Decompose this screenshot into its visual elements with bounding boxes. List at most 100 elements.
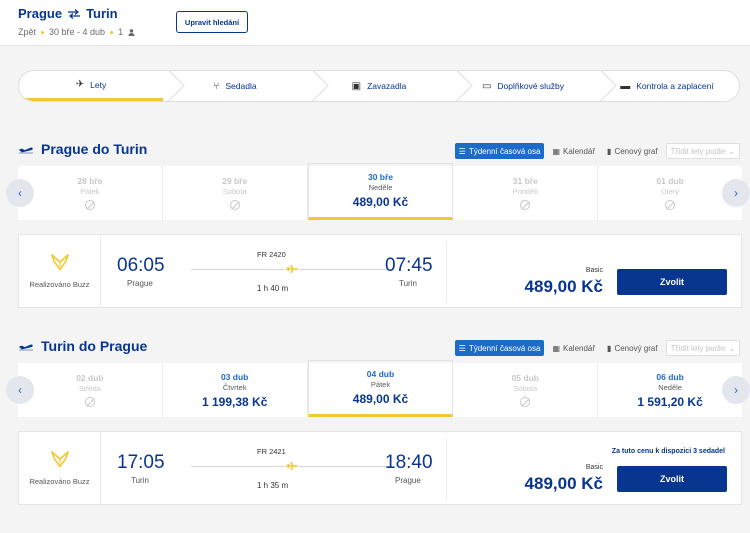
date-label: 31 bře <box>512 176 538 186</box>
step-label: Doplňkové služby <box>497 81 565 91</box>
tab-calendar[interactable]: ▦ Kalendář <box>548 143 599 159</box>
unavailable-icon <box>84 200 95 210</box>
date-cell[interactable]: 03 dub Čtvrtek 1 199,38 Kč <box>163 363 308 417</box>
unavailable-icon <box>520 397 531 407</box>
seat-icon: ⑂ <box>213 80 220 92</box>
date-cell[interactable]: 06 dub Neděle 1 591,20 Kč <box>598 363 742 417</box>
date-cell: 28 bře Pátek <box>18 166 163 220</box>
day-label: Pátek <box>370 380 391 389</box>
fare-price: 489,00 Kč <box>524 474 603 493</box>
date-label: 02 dub <box>76 373 104 383</box>
chevron-left-icon: ‹ <box>18 383 22 397</box>
round-trip-icon <box>68 8 81 19</box>
calendar-icon: ▦ <box>552 146 561 156</box>
sort-dropdown[interactable]: Třídit lety podle ⌄ <box>665 340 740 356</box>
tab-weekly[interactable]: ☰ Týdenní časová osa <box>454 340 545 356</box>
chevron-down-icon: ⌄ <box>728 146 735 156</box>
step-flights[interactable]: ✈ Lety <box>19 71 163 101</box>
outbound-title: Prague do Turin <box>18 141 147 157</box>
fare-type: Basic <box>585 267 603 274</box>
step-label: Kontrola a zaplacení <box>636 81 714 91</box>
carrier-info: Realizováno Buzz <box>19 432 101 504</box>
date-cell: 31 bře Pondělí <box>453 166 599 220</box>
departure-plane-icon <box>19 344 33 351</box>
chevron-down-icon: ⌄ <box>728 343 735 353</box>
route-title: Prague Turin <box>18 6 118 21</box>
day-label: Pátek <box>80 187 100 196</box>
date-price: 1 591,20 Kč <box>637 394 703 409</box>
unavailable-icon <box>229 200 240 210</box>
separator-dot <box>41 30 45 34</box>
tab-label: Týdenní časová osa <box>468 343 541 353</box>
unavailable-icon <box>84 397 95 407</box>
calendar-icon: ▦ <box>552 343 561 353</box>
carrier-name: Realizováno Buzz <box>29 477 90 486</box>
step-luggage[interactable]: ▣ Zavazadla <box>307 71 451 101</box>
trip-dates: 30 bře - 4 dub <box>49 27 106 37</box>
plane-icon <box>285 264 299 274</box>
prev-dates-button[interactable]: ‹ <box>6 376 34 404</box>
tab-calendar[interactable]: ▦ Kalendář <box>548 340 599 356</box>
plane-icon <box>285 461 299 471</box>
step-seats[interactable]: ⑂ Sedadla <box>163 71 307 101</box>
select-flight-button[interactable]: Zvolit <box>617 466 727 492</box>
day-label: Sobota <box>513 384 538 393</box>
day-label: Neděle <box>658 382 682 392</box>
date-label: 01 dub <box>656 176 684 186</box>
prev-dates-button[interactable]: ‹ <box>6 179 34 207</box>
inbound-view-tabs: ☰ Týdenní časová osa ▦ Kalendář ▮ Cenový gr… <box>454 340 740 356</box>
list-icon: ☰ <box>458 146 466 156</box>
arrival-time: 18:40 <box>385 452 433 473</box>
trip-summary: Zpět 30 bře - 4 dub 1 <box>18 27 135 37</box>
monitor-icon: ▭ <box>481 80 492 92</box>
tab-label: Týdenní časová osa <box>468 146 541 156</box>
flight-duration: 1 h 40 m <box>257 284 289 293</box>
step-label: Lety <box>90 79 107 90</box>
date-cell-selected[interactable]: 30 bře Neděle 489,00 Kč <box>307 163 454 220</box>
inbound-date-strip: 02 dub Středa 03 dub Čtvrtek 1 199,38 Kč… <box>18 360 742 417</box>
departure-city: Turin <box>131 476 149 485</box>
outbound-date-strip: 28 bře Pátek 29 bře Sobota 30 bře Neděle… <box>18 163 742 220</box>
day-label: Středa <box>78 384 101 393</box>
unavailable-icon <box>520 200 531 210</box>
tab-price-chart[interactable]: ▮ Cenový graf <box>603 340 662 356</box>
edit-search-button[interactable]: Upravit hledání <box>176 11 248 33</box>
bar-chart-icon: ▮ <box>607 146 612 156</box>
day-label: Úterý <box>661 187 680 196</box>
tab-price-chart[interactable]: ▮ Cenový graf <box>603 143 662 159</box>
list-icon: ☰ <box>458 343 466 353</box>
carrier-name: Realizováno Buzz <box>29 280 90 289</box>
bar-chart-icon: ▮ <box>607 343 612 353</box>
arrival-city: Prague <box>395 476 421 485</box>
plane-icon: ✈ <box>75 79 85 90</box>
date-cell-selected[interactable]: 04 dub Pátek 489,00 Kč <box>307 360 454 417</box>
next-dates-button[interactable]: › <box>722 376 750 404</box>
step-extras[interactable]: ▭ Doplňkové služby <box>451 71 595 101</box>
unavailable-icon <box>665 200 676 210</box>
select-flight-button[interactable]: Zvolit <box>617 269 727 295</box>
step-label: Zavazadla <box>367 81 407 91</box>
departure-time: 17:05 <box>117 452 165 473</box>
arrival-time: 07:45 <box>385 255 433 276</box>
top-header: Prague Turin Zpět 30 bře - 4 dub 1 Uprav… <box>0 0 750 46</box>
fare-type: Basic <box>585 464 603 471</box>
date-cell: 29 bře Sobota <box>163 166 308 220</box>
next-dates-button[interactable]: › <box>722 179 750 207</box>
date-label: 05 dub <box>511 373 539 383</box>
fare-price: 489,00 Kč <box>524 277 603 296</box>
sort-dropdown[interactable]: Třídit lety podle ⌄ <box>665 143 740 159</box>
date-cell: 05 dub Sobota <box>453 363 599 417</box>
tab-label: Třídit lety podle <box>670 146 726 156</box>
chevron-right-icon: › <box>734 186 738 200</box>
divider <box>446 438 447 500</box>
outbound-flight-card: Realizováno Buzz 06:05 Prague FR 2420 1 … <box>18 234 742 308</box>
step-checkout[interactable]: ▬ Kontrola a zaplacení <box>595 71 739 101</box>
card-icon: ▬ <box>620 80 631 92</box>
tab-label: Cenový graf <box>614 146 658 156</box>
departure-plane-icon <box>19 147 33 154</box>
date-label: 28 bře <box>77 176 103 186</box>
tab-label: Kalendář <box>563 343 596 353</box>
destination-city: Turin <box>86 6 118 21</box>
ryanair-harp-logo <box>50 254 69 271</box>
tab-weekly[interactable]: ☰ Týdenní časová osa <box>454 143 545 159</box>
